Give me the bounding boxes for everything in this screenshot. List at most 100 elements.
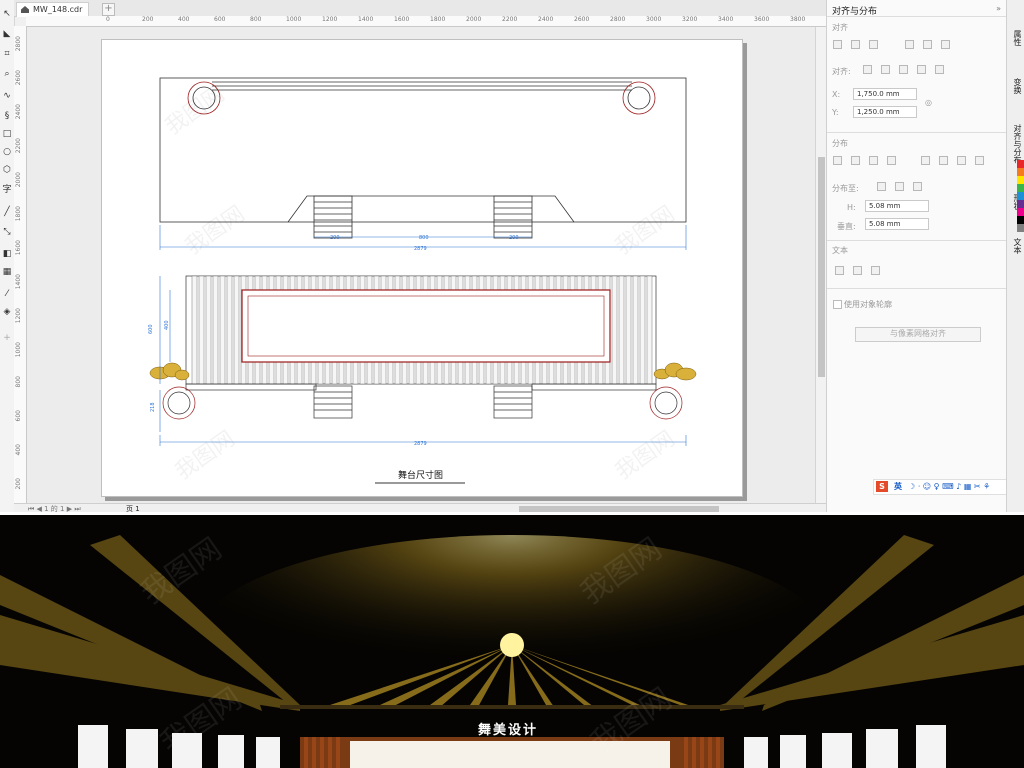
document-tab[interactable]: MW_148.cdr <box>16 2 90 17</box>
ruler-tick-label: 0 <box>106 16 110 23</box>
deck-slat <box>646 275 653 385</box>
anchor-icon[interactable]: ◎ <box>925 98 932 107</box>
align-active-object-icon[interactable] <box>863 65 872 74</box>
rectangle-tool-icon[interactable]: □ <box>1 128 13 140</box>
fill-tool-icon[interactable]: ◈ <box>1 306 13 318</box>
stage-drawing[interactable]: 200 800 200 2879 600 400 218 2879 舞台尺寸图 … <box>102 40 742 496</box>
x-label: X: <box>832 90 841 99</box>
add-tab-button[interactable]: + <box>102 3 115 16</box>
ellipse-tool-icon[interactable]: ○ <box>1 146 13 158</box>
document-page[interactable]: 200 800 200 2879 600 400 218 2879 舞台尺寸图 … <box>101 39 743 497</box>
tab-align-distribute[interactable]: 对齐与分布 <box>1009 124 1023 164</box>
color-swatch[interactable] <box>1017 216 1024 224</box>
align-pixel-grid-button[interactable]: 与像素网格对齐 <box>855 327 981 342</box>
add-tool-icon[interactable]: + <box>1 332 13 344</box>
align-center-v-icon[interactable] <box>923 40 932 49</box>
align-top-icon[interactable] <box>905 40 914 49</box>
dim-label-left: 200 <box>330 235 340 241</box>
vertical-ruler[interactable]: 2800 2600 2400 2200 2000 1800 1600 1400 1200 1000… <box>14 26 27 515</box>
ruler-tick-label: 2600 <box>15 70 22 86</box>
align-page-center-icon[interactable] <box>917 65 926 74</box>
dim-overall-bottom: 2879 <box>414 441 427 447</box>
v-spacing-input[interactable]: 5.08 mm <box>865 218 929 230</box>
y-input[interactable]: 1,250.0 mm <box>853 106 917 118</box>
text-baseline-icon[interactable] <box>835 266 844 275</box>
connector-tool-icon[interactable]: ⤡ <box>1 226 13 238</box>
deck-slat <box>226 275 233 385</box>
color-swatch[interactable] <box>1017 160 1024 168</box>
color-swatch[interactable] <box>1017 168 1024 176</box>
align-page-edge-icon[interactable] <box>899 65 908 74</box>
scroll-thumb[interactable] <box>818 157 825 377</box>
ime-icons[interactable]: ☽ ⋅ ☺ ♀ ⌨ ♪ ▦ ✂ ⚘ <box>908 480 990 493</box>
line-tool-icon[interactable]: ╱ <box>1 206 13 218</box>
shadow-tool-icon[interactable]: ◧ <box>1 248 13 260</box>
distribute-left-icon[interactable] <box>833 156 842 165</box>
text-line-baseline-icon[interactable] <box>853 266 862 275</box>
distribute-right-icon[interactable] <box>887 156 896 165</box>
distribute-center-icon[interactable] <box>851 156 860 165</box>
ruler-tick-label: 2200 <box>502 16 518 23</box>
distribute-to-label: 分布至: <box>832 184 859 193</box>
watermark: 我图网 <box>171 427 239 485</box>
drawing-canvas[interactable]: 200 800 200 2879 600 400 218 2879 舞台尺寸图 … <box>27 27 815 503</box>
zoom-tool-icon[interactable]: ⌕ <box>1 68 13 80</box>
deck-slat <box>198 275 205 385</box>
color-swatch[interactable] <box>1017 200 1024 208</box>
text-tool-icon[interactable]: 字 <box>1 184 13 196</box>
shape-tool-icon[interactable]: ◣ <box>1 28 13 40</box>
distribute-top-icon[interactable] <box>921 156 930 165</box>
ruler-tick-label: 2800 <box>610 16 626 23</box>
text-bbox-icon[interactable] <box>871 266 880 275</box>
watermark: 我图网 <box>161 82 229 140</box>
ruler-tick-label: 400 <box>178 16 190 23</box>
align-bottom-icon[interactable] <box>941 40 950 49</box>
v-spacing-label: 垂直: <box>837 222 856 231</box>
color-swatch[interactable] <box>1017 208 1024 216</box>
align-left-icon[interactable] <box>833 40 842 49</box>
ime-logo-icon[interactable]: S <box>876 481 888 492</box>
horizontal-ruler[interactable]: 0 200 400 600 800 1000 1200 1400 1600 1800 2000 220… <box>26 16 826 27</box>
watermark: 我图网 <box>181 202 249 260</box>
stage-lighting-scene: 舞美设计 我图网 我图网 我图网 我图网 <box>0 515 1024 768</box>
align-right-icon[interactable] <box>869 40 878 49</box>
color-swatch[interactable] <box>1017 176 1024 184</box>
deck-slat <box>625 275 632 385</box>
distribute-vspacing-icon[interactable] <box>957 156 966 165</box>
deck-slat <box>632 275 639 385</box>
h-spacing-input[interactable]: 5.08 mm <box>865 200 929 212</box>
ime-mode-label[interactable]: 英 <box>894 480 902 493</box>
freehand-tool-icon[interactable]: ∿ <box>1 90 13 102</box>
transparency-tool-icon[interactable]: ▦ <box>1 266 13 278</box>
dim-left-outer: 600 <box>148 324 154 334</box>
artistic-media-icon[interactable]: § <box>1 110 13 122</box>
distribute-page-icon[interactable] <box>913 182 922 191</box>
distribute-bottom-icon[interactable] <box>975 156 984 165</box>
tab-text[interactable]: 文本 <box>1009 238 1023 254</box>
eyedropper-tool-icon[interactable]: ⁄ <box>1 288 13 300</box>
tab-properties[interactable]: 属性 <box>1009 30 1023 46</box>
distribute-spacing-icon[interactable] <box>869 156 878 165</box>
tab-transform[interactable]: 变换 <box>1009 78 1023 94</box>
ruler-tick-label: 3400 <box>718 16 734 23</box>
pick-tool-icon[interactable]: ↖ <box>1 8 13 20</box>
color-swatch[interactable] <box>1017 192 1024 200</box>
align-center-h-icon[interactable] <box>851 40 860 49</box>
watermark: 我图网 <box>611 202 679 260</box>
distribute-middle-icon[interactable] <box>939 156 948 165</box>
cloud-ornament-left <box>149 362 190 381</box>
color-swatch[interactable] <box>1017 184 1024 192</box>
x-input[interactable]: 1,750.0 mm <box>853 88 917 100</box>
crop-tool-icon[interactable]: ⌗ <box>1 48 13 60</box>
polygon-tool-icon[interactable]: ⬡ <box>1 164 13 176</box>
align-grid-icon[interactable] <box>935 65 944 74</box>
use-outline-checkbox[interactable] <box>833 300 842 309</box>
ruler-tick-label: 1400 <box>15 274 22 290</box>
distribute-section-label: 分布 <box>832 139 848 148</box>
docker-collapse-icon[interactable]: » <box>996 4 1001 13</box>
distribute-extent-icon[interactable] <box>877 182 886 191</box>
toolbox: ↖ ◣ ⌗ ⌕ ∿ § □ ○ ⬡ 字 ╱ ⤡ ◧ ▦ ⁄ ◈ + <box>0 0 15 515</box>
align-selection-icon[interactable] <box>881 65 890 74</box>
color-swatch[interactable] <box>1017 224 1024 232</box>
distribute-spacing-mode-icon[interactable] <box>895 182 904 191</box>
